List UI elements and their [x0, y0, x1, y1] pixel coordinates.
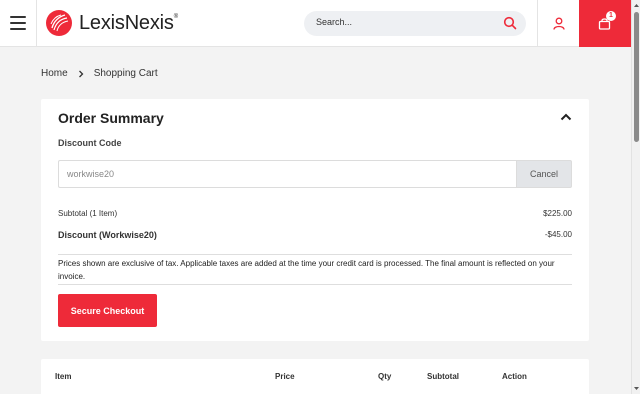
column-header-price: Price	[275, 372, 295, 381]
logo-text: LexisNexis®	[79, 11, 178, 34]
cart-count-badge: 1	[606, 10, 616, 21]
scroll-down-icon[interactable]	[633, 384, 640, 392]
cancel-discount-button[interactable]: Cancel	[516, 160, 572, 188]
column-header-subtotal: Subtotal	[427, 372, 459, 381]
breadcrumb-home-link[interactable]: Home	[41, 68, 68, 79]
order-summary-title: Order Summary	[58, 110, 164, 126]
header-divider	[36, 0, 37, 47]
site-header: LexisNexis® Search... 1	[0, 0, 631, 47]
discount-code-label: Discount Code	[58, 138, 122, 148]
discount-row: Discount (Workwise20) -$45.00	[58, 230, 572, 240]
breadcrumb-current: Shopping Cart	[93, 68, 158, 79]
subtotal-row: Subtotal (1 Item) $225.00	[58, 209, 572, 218]
scrollbar-thumb[interactable]	[634, 12, 639, 142]
lexisnexis-logo[interactable]: LexisNexis®	[45, 9, 178, 37]
page-scrollbar[interactable]	[631, 0, 640, 394]
column-header-action: Action	[502, 372, 527, 381]
subtotal-value: $225.00	[543, 209, 572, 218]
discount-row-label: Discount (Workwise20)	[58, 230, 157, 240]
discount-code-input[interactable]	[58, 160, 517, 188]
divider	[58, 284, 572, 285]
secure-checkout-button[interactable]: Secure Checkout	[58, 294, 157, 327]
subtotal-label: Subtotal (1 Item)	[58, 209, 118, 218]
hamburger-icon[interactable]	[10, 16, 26, 30]
search-icon[interactable]	[503, 16, 517, 30]
column-header-item: Item	[55, 372, 72, 381]
breadcrumb: Home Shopping Cart	[41, 68, 158, 79]
tax-note: Prices shown are exclusive of tax. Appli…	[58, 259, 555, 281]
discount-row-value: -$45.00	[544, 230, 572, 239]
chevron-up-icon[interactable]	[560, 113, 572, 121]
search-input[interactable]: Search...	[304, 11, 526, 36]
divider	[58, 254, 572, 255]
scroll-up-icon[interactable]	[633, 2, 640, 10]
cart-table: Item Price Qty Subtotal Action	[41, 359, 589, 394]
order-summary-card: Order Summary Discount Code Cancel Subto…	[41, 99, 589, 341]
lexisnexis-logo-icon	[46, 10, 72, 36]
column-header-qty: Qty	[378, 372, 392, 381]
user-icon	[552, 17, 565, 30]
user-account-button[interactable]	[538, 0, 579, 47]
cart-button[interactable]: 1	[579, 0, 631, 47]
search-placeholder: Search...	[316, 17, 353, 27]
chevron-right-icon	[78, 70, 84, 77]
